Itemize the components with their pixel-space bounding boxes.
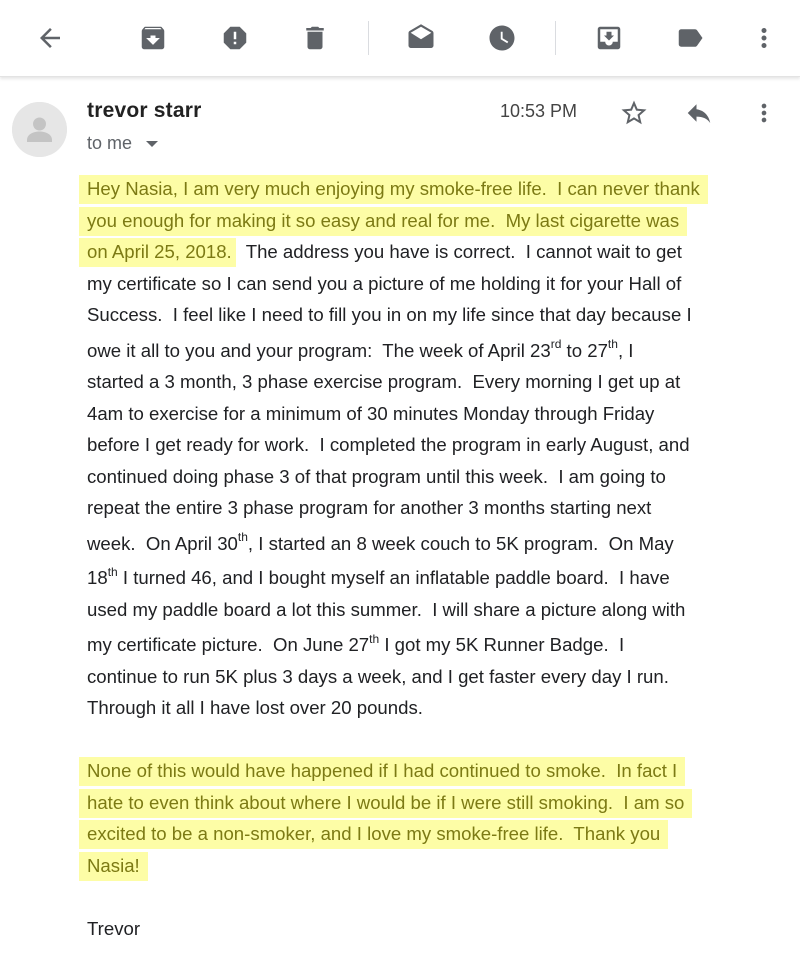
more-vertical-icon [761, 103, 767, 123]
ordinal-suffix: rd [550, 337, 562, 352]
body-line: owe it all to you and your program: The … [87, 335, 787, 367]
body-line: Nasia! [79, 850, 787, 882]
body-text: week. On April 30 [87, 532, 238, 554]
star-icon [621, 100, 647, 125]
body-line: week. On April 30th, I started an 8 week… [87, 528, 787, 560]
sender-name[interactable]: trevor starr [87, 99, 201, 123]
body-line: used my paddle board a lot this summer. … [87, 598, 686, 620]
move-to-inbox-icon [597, 26, 621, 50]
snooze-button[interactable] [482, 18, 522, 58]
body-text: The address you have is correct. I canno… [235, 241, 682, 262]
recipient-details-toggle[interactable]: to me [87, 133, 159, 154]
body-line: my certificate so I can send you a pictu… [87, 272, 682, 294]
body-text: my certificate picture. On June 27 [87, 634, 370, 655]
body-line: 4am to exercise for a minimum of 30 minu… [87, 402, 655, 424]
report-spam-button[interactable] [215, 18, 255, 58]
highlighted-text: excited to be a non-smoker, and I love m… [79, 820, 669, 849]
body-line: None of this would have happened if I ha… [79, 755, 787, 787]
avatar[interactable] [12, 102, 67, 157]
mark-unread-button[interactable] [401, 18, 441, 58]
chevron-down-icon [146, 140, 159, 147]
highlighted-text: Hey Nasia, I am very much enjoying my sm… [79, 175, 708, 204]
more-vertical-icon [761, 28, 767, 48]
delete-button[interactable] [295, 18, 335, 58]
body-line: repeat the entire 3 phase program for an… [87, 497, 652, 518]
highlighted-text: you enough for making it so easy and rea… [79, 206, 688, 236]
body-line: on April 25, 2018. The address you have … [79, 236, 787, 268]
body-text: I turned 46, and I bought myself an infl… [117, 567, 670, 588]
email-toolbar [0, 0, 800, 77]
move-to-button[interactable] [589, 18, 629, 58]
body-line: Hey Nasia, I am very much enjoying my sm… [79, 173, 787, 205]
body-text: , I started an 8 week couch to 5K progra… [247, 532, 674, 554]
archive-icon [141, 26, 165, 50]
body-text: owe it all to you and your program: The … [87, 339, 551, 361]
body-line: continued doing phase 3 of that program … [87, 465, 666, 487]
label-icon [678, 29, 703, 47]
body-text: , I [617, 339, 634, 361]
report-spam-icon [223, 26, 247, 50]
ordinal-suffix: th [369, 631, 380, 646]
mark-unread-icon [408, 24, 434, 48]
reply-icon [687, 104, 711, 123]
body-line: before I get ready for work. I completed… [87, 434, 690, 455]
highlighted-text: None of this would have happened if I ha… [79, 757, 686, 786]
body-text: I got my 5K Runner Badge. I [379, 634, 625, 655]
recipient-label: to me [87, 133, 133, 153]
body-line: Success. I feel like I need to fill you … [87, 304, 692, 325]
reply-button[interactable] [681, 95, 717, 131]
ordinal-suffix: th [607, 337, 618, 352]
toolbar-divider [368, 21, 369, 55]
body-line: my certificate picture. On June 27th I g… [87, 629, 787, 661]
signature: Trevor [87, 917, 141, 939]
body-line: continue to run 5K plus 3 days a week, a… [87, 665, 669, 687]
body-line: started a 3 month, 3 phase exercise prog… [87, 371, 681, 392]
body-line: 18th I turned 46, and I bought myself an… [87, 562, 787, 594]
highlighted-text: on April 25, 2018. [79, 238, 236, 267]
message-more-button[interactable] [746, 95, 782, 131]
email-timestamp: 10:53 PM [500, 101, 578, 121]
body-line: hate to even think about where I would b… [79, 787, 787, 819]
back-button[interactable] [30, 18, 70, 58]
body-line: excited to be a non-smoker, and I love m… [79, 818, 787, 850]
toolbar-divider [555, 21, 556, 55]
body-text: 18 [87, 567, 108, 588]
arrow-left-icon [40, 28, 60, 48]
body-line: Through it all I have lost over 20 pound… [87, 697, 423, 718]
ordinal-suffix: th [107, 564, 118, 579]
body-line: you enough for making it so easy and rea… [79, 205, 787, 237]
clock-icon [489, 25, 515, 51]
person-icon [12, 102, 67, 157]
star-button[interactable] [616, 95, 652, 131]
trash-icon [306, 26, 324, 50]
highlighted-text: Nasia! [79, 851, 148, 881]
email-body: Hey Nasia, I am very much enjoying my sm… [79, 173, 787, 944]
body-text: to 27 [561, 339, 608, 361]
more-options-button[interactable] [744, 18, 784, 58]
archive-button[interactable] [133, 18, 173, 58]
label-button[interactable] [670, 18, 710, 58]
highlighted-text: hate to even think about where I would b… [79, 788, 693, 818]
ordinal-suffix: th [237, 530, 248, 545]
